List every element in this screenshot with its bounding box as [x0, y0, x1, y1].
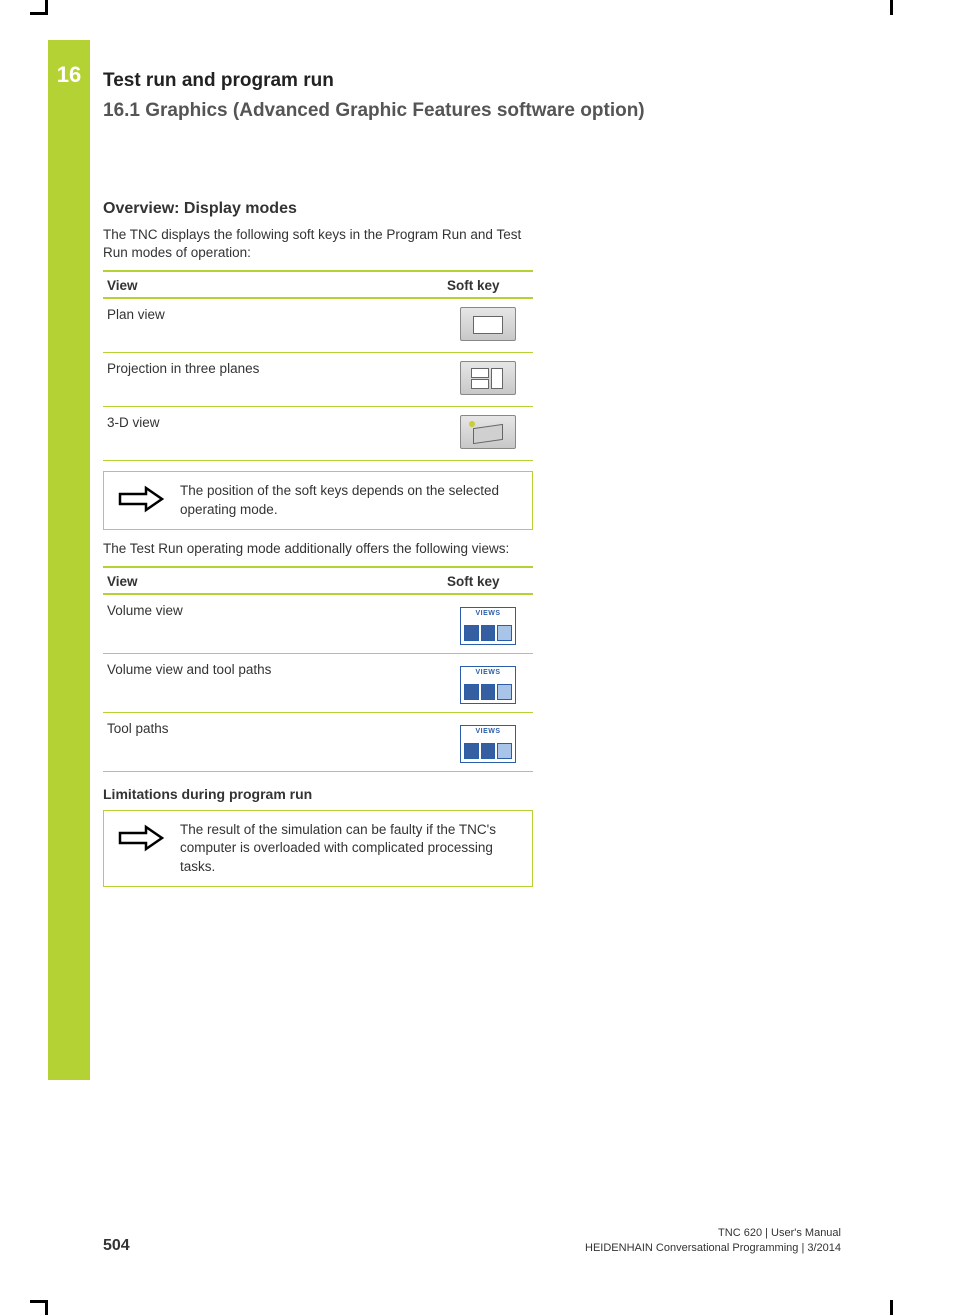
- chapter-number: 16: [48, 62, 90, 88]
- limitations-heading: Limitations during program run: [103, 786, 533, 802]
- table-row: Volume view and tool paths VIEWS: [103, 654, 533, 713]
- note-text: The result of the simulation can be faul…: [180, 821, 520, 876]
- extra-intro: The Test Run operating mode additionally…: [103, 540, 533, 558]
- table-row: Volume view VIEWS: [103, 594, 533, 654]
- overview-heading: Overview: Display modes: [103, 200, 533, 218]
- table-row: Plan view: [103, 298, 533, 353]
- arrow-right-icon: [116, 821, 166, 855]
- plan-view-icon: [460, 307, 516, 341]
- view-label: Volume view and tool paths: [103, 654, 443, 713]
- display-modes-table: View Soft key Plan view Projection in th…: [103, 270, 533, 461]
- views-toolpaths-icon: VIEWS: [460, 725, 516, 763]
- view-label: 3-D view: [103, 407, 443, 461]
- three-planes-icon: [460, 361, 516, 395]
- 3d-view-icon: [460, 415, 516, 449]
- view-label: Tool paths: [103, 713, 443, 772]
- chapter-title: Test run and program run: [103, 70, 334, 92]
- section-title: 16.1 Graphics (Advanced Graphic Features…: [103, 100, 645, 122]
- note-text: The position of the soft keys depends on…: [180, 482, 520, 518]
- arrow-right-icon: [116, 482, 166, 516]
- table-row: Tool paths VIEWS: [103, 713, 533, 772]
- footer-line1: TNC 620 | User's Manual: [585, 1226, 841, 1240]
- view-label: Projection in three planes: [103, 353, 443, 407]
- footer-line2: HEIDENHAIN Conversational Programming | …: [585, 1241, 841, 1255]
- col-view: View: [103, 271, 443, 298]
- overview-intro: The TNC displays the following soft keys…: [103, 226, 533, 262]
- page-number: 504: [103, 1237, 130, 1255]
- view-label: Plan view: [103, 298, 443, 353]
- views-volume-icon: VIEWS: [460, 607, 516, 645]
- table-row: 3-D view: [103, 407, 533, 461]
- note-softkey-position: The position of the soft keys depends on…: [103, 471, 533, 529]
- col-softkey: Soft key: [443, 271, 533, 298]
- test-run-views-table: View Soft key Volume view VIEWS Volume v…: [103, 566, 533, 772]
- col-view: View: [103, 567, 443, 594]
- views-volume-toolpaths-icon: VIEWS: [460, 666, 516, 704]
- note-limitations: The result of the simulation can be faul…: [103, 810, 533, 887]
- chapter-sidebar: [48, 40, 90, 1080]
- table-row: Projection in three planes: [103, 353, 533, 407]
- col-softkey: Soft key: [443, 567, 533, 594]
- view-label: Volume view: [103, 594, 443, 654]
